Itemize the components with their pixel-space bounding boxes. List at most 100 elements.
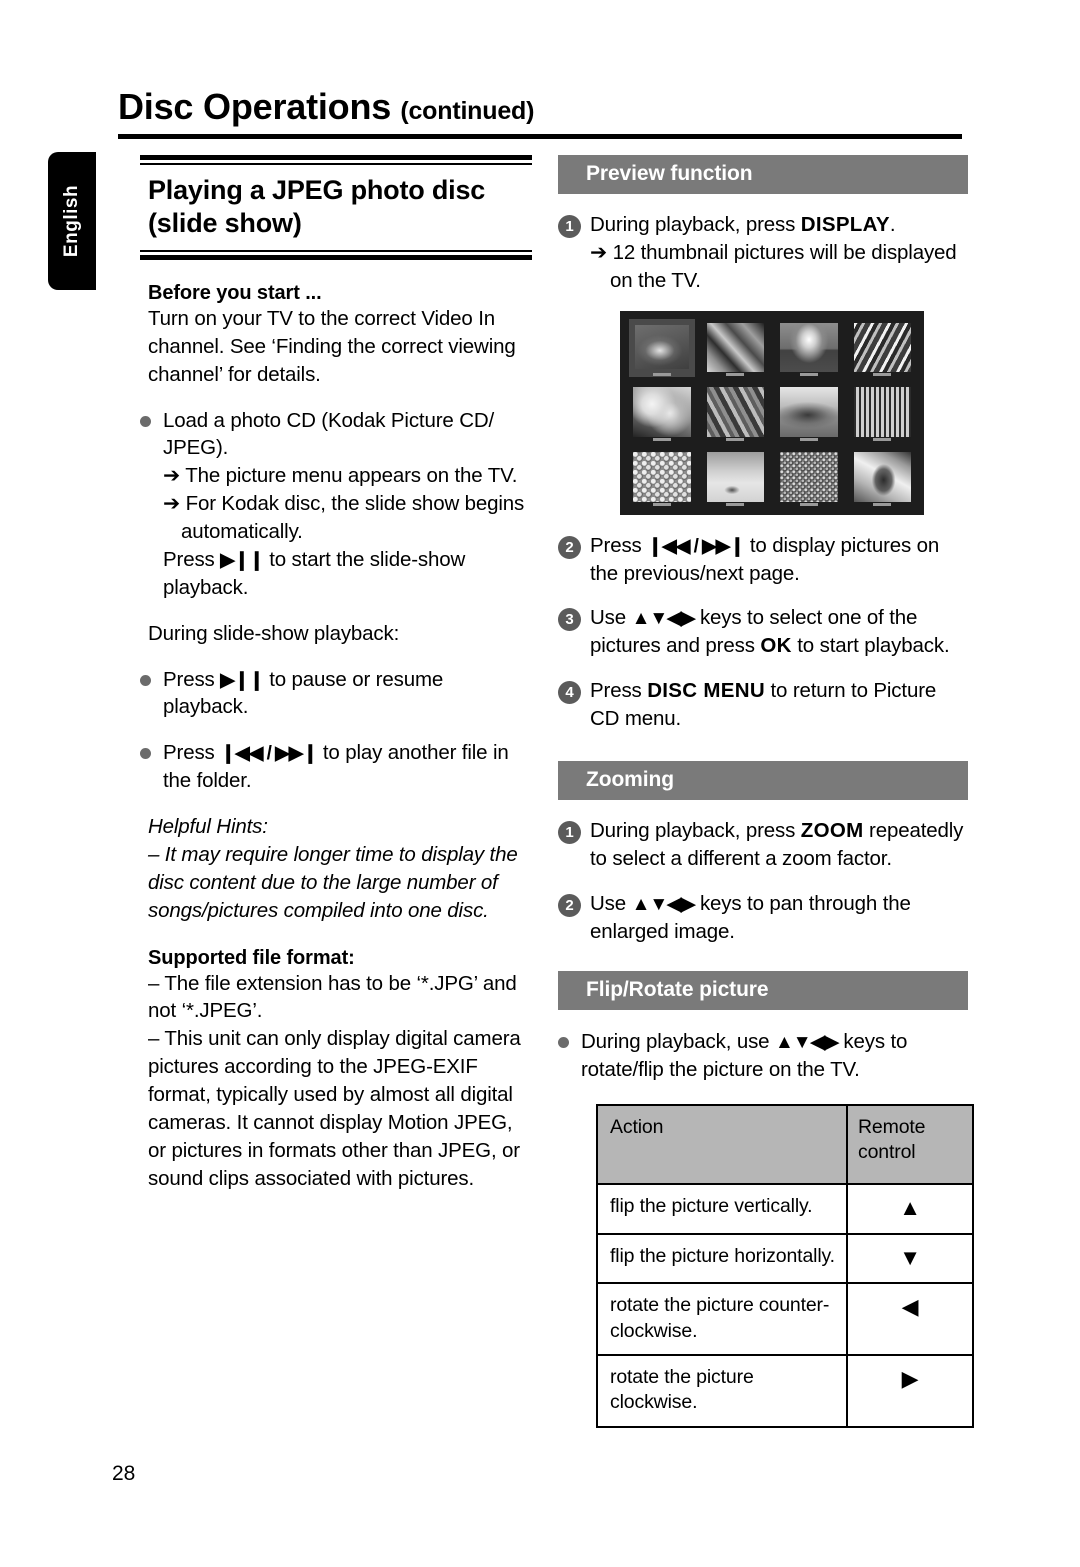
action-cell: flip the picture vertically. <box>596 1183 848 1235</box>
list-item: Press ▶❙❙ to pause or resume playback. <box>140 666 532 722</box>
section-heading: Playing a JPEG photo disc (slide show) <box>140 165 532 250</box>
bullet-dot-icon <box>140 674 151 686</box>
thumbnail-cell <box>629 383 695 442</box>
display-button-keyword: DISPLAY <box>800 213 890 236</box>
left-column: Playing a JPEG photo disc (slide show) B… <box>140 155 532 1193</box>
list-item: Press ❙◀◀ / ▶▶❙ to play another file in … <box>140 739 532 795</box>
step-item: 3 Use ▲▼◀▶ keys to select one of the pic… <box>558 604 968 660</box>
prev-next-track-icon: ❙◀◀ / ▶▶❙ <box>647 535 745 557</box>
step-item: 1 During playback, press DISPLAY. ➔ 12 t… <box>558 211 968 295</box>
preview-function-bar: Preview function <box>558 155 968 194</box>
arrow-note-picture-menu: ➔ The picture menu appears on the TV. <box>163 464 518 488</box>
thumbnail-cell <box>850 448 916 507</box>
thumbnail-cell <box>776 383 842 442</box>
prev-next-prefix: Press <box>163 741 221 765</box>
table-row: flip the picture horizontally. ▼ <box>596 1232 974 1285</box>
before-you-start-body: Turn on your TV to the correct Video In … <box>148 306 516 386</box>
thumbnail-image <box>853 322 911 373</box>
thumbnail-cell <box>629 448 695 507</box>
section-rule-bottom-thin <box>140 249 532 252</box>
preview-step1-suffix: . <box>889 213 896 236</box>
thumbnail-image <box>633 387 691 437</box>
thumbnail-cell <box>703 448 769 507</box>
thumbnail-caption-bar <box>873 373 892 377</box>
page-title: Disc Operations (continued) <box>118 88 962 127</box>
preview-step1-text: During playback, press DISPLAY. <box>590 211 968 239</box>
zoom-step2-prefix: Use <box>590 891 632 915</box>
play-pause-icon: ▶❙❙ <box>220 669 264 691</box>
table-row: rotate the picture clockwise. ▶ <box>596 1354 974 1428</box>
helpful-hints-heading: Helpful Hints: <box>148 815 268 838</box>
language-tab: English <box>48 152 96 290</box>
step-number-badge: 3 <box>558 608 581 632</box>
thumbnail-caption-bar <box>873 437 892 441</box>
thumbnail-caption-bar <box>726 437 745 441</box>
right-column: Preview function 1 During playback, pres… <box>558 155 974 1428</box>
before-you-start-heading: Before you start ... <box>148 281 322 304</box>
preview-step4-text: Press DISC MENU to return to Picture CD … <box>590 677 968 733</box>
navigation-keys-icon: ▲▼◀▶ <box>774 1032 839 1054</box>
disc-menu-button-keyword: DISC MENU <box>647 679 765 703</box>
thumbnail-caption-bar <box>799 502 818 506</box>
zoom-step1-text: During playback, press ZOOM repeatedly t… <box>590 817 968 873</box>
supported-file-format-item: – The file extension has to be ‘*.JPG’ a… <box>148 971 517 1023</box>
action-cell: rotate the picture clockwise. <box>596 1354 848 1428</box>
bullet-dot-icon <box>140 415 151 427</box>
list-item: During playback, use ▲▼◀▶ keys to rotate… <box>558 1028 968 1084</box>
table-row: flip the picture vertically. ▲ <box>596 1183 974 1235</box>
flip-rotate-prefix: During playback, use <box>581 1030 775 1054</box>
thumbnail-cell <box>776 319 842 378</box>
preview-step2-prefix: Press <box>590 533 648 557</box>
section-rule-bottom-thick <box>140 254 532 260</box>
zooming-bar: Zooming <box>558 760 968 800</box>
step-number-badge: 2 <box>558 893 581 917</box>
list-item: Load a photo CD (Kodak Picture CD/ JPEG)… <box>140 407 532 602</box>
flip-rotate-table: Action Remote control flip the picture v… <box>596 1104 974 1428</box>
thumbnail-caption-bar <box>799 373 818 377</box>
table-header-row: Action Remote control <box>596 1104 974 1186</box>
header-divider <box>118 134 962 139</box>
pause-resume-line: Press ▶❙❙ to pause or resume playback. <box>163 666 532 722</box>
key-down-icon: ▼ <box>846 1232 974 1285</box>
preview-step2-text: Press ❙◀◀ / ▶▶❙ to display pictures on t… <box>590 532 968 588</box>
column-header-action: Action <box>596 1104 848 1186</box>
thumbnail-image <box>633 451 691 502</box>
column-header-remote-control: Remote control <box>846 1104 974 1186</box>
action-cell: flip the picture horizontally. <box>596 1232 848 1285</box>
thumbnail-cell <box>629 318 695 378</box>
thumbnail-image <box>706 387 764 437</box>
thumbnail-image <box>853 451 911 502</box>
thumbnail-image <box>780 451 838 502</box>
bullet-dot-icon <box>558 1037 569 1049</box>
thumbnail-preview-screenshot <box>620 310 924 515</box>
step-number-badge: 1 <box>558 820 581 844</box>
table-row: rotate the picture counter-clockwise. ◀ <box>596 1282 974 1356</box>
section-heading-line1: Playing a JPEG photo disc <box>148 175 486 205</box>
play-pause-icon: ▶❙❙ <box>220 549 264 571</box>
thumbnail-image <box>853 387 911 437</box>
press-play-start-line: Press ▶❙❙ to start the slide-show playba… <box>163 546 532 602</box>
step-number-badge: 1 <box>558 215 581 238</box>
flip-rotate-instruction: During playback, use ▲▼◀▶ keys to rotate… <box>581 1028 968 1084</box>
supported-file-format-heading: Supported file format: <box>148 946 355 969</box>
thumbnail-caption-bar <box>799 437 818 441</box>
navigation-keys-icon: ▲▼◀▶ <box>631 893 696 915</box>
step-item: 1 During playback, press ZOOM repeatedly… <box>558 817 968 873</box>
thumbnail-image <box>706 451 764 502</box>
thumbnail-image <box>780 387 838 437</box>
action-cell: rotate the picture counter-clockwise. <box>596 1282 848 1356</box>
preview-step3-suffix: to start playback. <box>791 634 950 658</box>
page-title-continued: (continued) <box>400 97 535 125</box>
step-item: 2 Use ▲▼◀▶ keys to pan through the enlar… <box>558 890 968 946</box>
thumbnail-cell <box>703 319 769 378</box>
step-number-badge: 4 <box>558 681 581 705</box>
flip-rotate-bar: Flip/Rotate picture <box>558 971 968 1011</box>
page-title-text: Disc Operations <box>118 86 392 127</box>
thumbnail-image <box>635 324 689 370</box>
step-item: 2 Press ❙◀◀ / ▶▶❙ to display pictures on… <box>558 532 968 588</box>
prev-next-track-icon: ❙◀◀ / ▶▶❙ <box>220 743 318 765</box>
key-right-icon: ▶ <box>846 1354 974 1428</box>
preview-step1-note: ➔ 12 thumbnail pictures will be displaye… <box>590 240 957 292</box>
key-up-icon: ▲ <box>846 1183 974 1235</box>
thumbnail-cell <box>850 383 916 442</box>
